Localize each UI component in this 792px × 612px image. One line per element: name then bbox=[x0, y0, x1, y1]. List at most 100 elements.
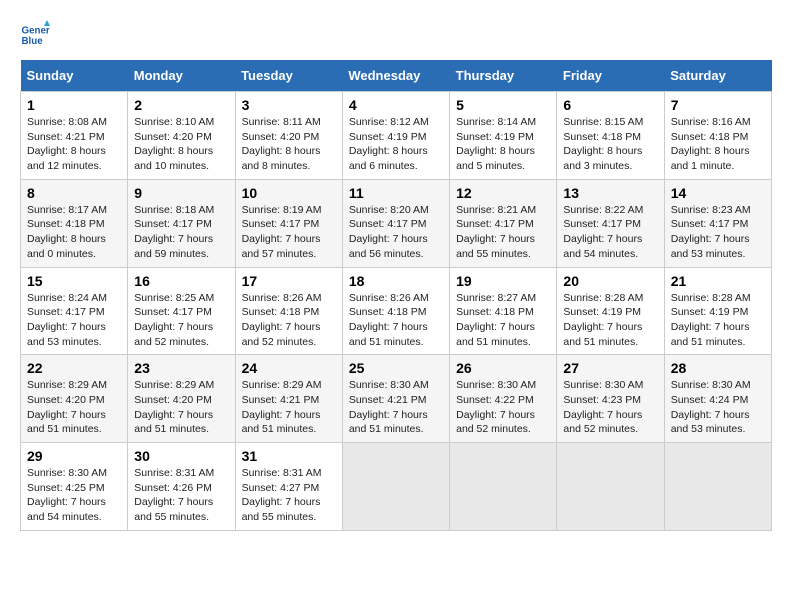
calendar-cell: 19 Sunrise: 8:27 AM Sunset: 4:18 PM Dayl… bbox=[450, 267, 557, 355]
day-number: 27 bbox=[563, 360, 657, 376]
calendar-cell: 5 Sunrise: 8:14 AM Sunset: 4:19 PM Dayli… bbox=[450, 92, 557, 180]
day-info: Sunrise: 8:26 AM Sunset: 4:18 PM Dayligh… bbox=[349, 291, 443, 350]
day-info: Sunrise: 8:27 AM Sunset: 4:18 PM Dayligh… bbox=[456, 291, 550, 350]
calendar-cell: 10 Sunrise: 8:19 AM Sunset: 4:17 PM Dayl… bbox=[235, 179, 342, 267]
day-number: 20 bbox=[563, 273, 657, 289]
calendar-header-row: SundayMondayTuesdayWednesdayThursdayFrid… bbox=[21, 60, 772, 92]
day-info: Sunrise: 8:29 AM Sunset: 4:20 PM Dayligh… bbox=[134, 378, 228, 437]
day-info: Sunrise: 8:21 AM Sunset: 4:17 PM Dayligh… bbox=[456, 203, 550, 262]
svg-text:General: General bbox=[22, 26, 51, 37]
day-info: Sunrise: 8:30 AM Sunset: 4:25 PM Dayligh… bbox=[27, 466, 121, 525]
calendar-week-row: 8 Sunrise: 8:17 AM Sunset: 4:18 PM Dayli… bbox=[21, 179, 772, 267]
day-number: 8 bbox=[27, 185, 121, 201]
calendar-cell: 27 Sunrise: 8:30 AM Sunset: 4:23 PM Dayl… bbox=[557, 355, 664, 443]
day-info: Sunrise: 8:24 AM Sunset: 4:17 PM Dayligh… bbox=[27, 291, 121, 350]
calendar-cell: 8 Sunrise: 8:17 AM Sunset: 4:18 PM Dayli… bbox=[21, 179, 128, 267]
calendar-week-row: 22 Sunrise: 8:29 AM Sunset: 4:20 PM Dayl… bbox=[21, 355, 772, 443]
day-info: Sunrise: 8:20 AM Sunset: 4:17 PM Dayligh… bbox=[349, 203, 443, 262]
day-number: 4 bbox=[349, 97, 443, 113]
calendar-cell: 31 Sunrise: 8:31 AM Sunset: 4:27 PM Dayl… bbox=[235, 443, 342, 531]
calendar-cell: 18 Sunrise: 8:26 AM Sunset: 4:18 PM Dayl… bbox=[342, 267, 449, 355]
day-info: Sunrise: 8:29 AM Sunset: 4:20 PM Dayligh… bbox=[27, 378, 121, 437]
day-info: Sunrise: 8:28 AM Sunset: 4:19 PM Dayligh… bbox=[563, 291, 657, 350]
day-info: Sunrise: 8:16 AM Sunset: 4:18 PM Dayligh… bbox=[671, 115, 765, 174]
col-header-wednesday: Wednesday bbox=[342, 60, 449, 92]
calendar-cell: 25 Sunrise: 8:30 AM Sunset: 4:21 PM Dayl… bbox=[342, 355, 449, 443]
calendar-cell bbox=[342, 443, 449, 531]
day-info: Sunrise: 8:11 AM Sunset: 4:20 PM Dayligh… bbox=[242, 115, 336, 174]
calendar-cell: 21 Sunrise: 8:28 AM Sunset: 4:19 PM Dayl… bbox=[664, 267, 771, 355]
calendar-cell: 30 Sunrise: 8:31 AM Sunset: 4:26 PM Dayl… bbox=[128, 443, 235, 531]
day-number: 12 bbox=[456, 185, 550, 201]
day-number: 22 bbox=[27, 360, 121, 376]
day-number: 9 bbox=[134, 185, 228, 201]
calendar-cell bbox=[557, 443, 664, 531]
day-info: Sunrise: 8:18 AM Sunset: 4:17 PM Dayligh… bbox=[134, 203, 228, 262]
day-number: 14 bbox=[671, 185, 765, 201]
day-number: 28 bbox=[671, 360, 765, 376]
day-info: Sunrise: 8:25 AM Sunset: 4:17 PM Dayligh… bbox=[134, 291, 228, 350]
day-info: Sunrise: 8:08 AM Sunset: 4:21 PM Dayligh… bbox=[27, 115, 121, 174]
calendar-week-row: 15 Sunrise: 8:24 AM Sunset: 4:17 PM Dayl… bbox=[21, 267, 772, 355]
calendar-cell: 3 Sunrise: 8:11 AM Sunset: 4:20 PM Dayli… bbox=[235, 92, 342, 180]
day-info: Sunrise: 8:22 AM Sunset: 4:17 PM Dayligh… bbox=[563, 203, 657, 262]
day-number: 11 bbox=[349, 185, 443, 201]
svg-text:Blue: Blue bbox=[22, 36, 44, 47]
day-number: 18 bbox=[349, 273, 443, 289]
col-header-friday: Friday bbox=[557, 60, 664, 92]
page-header: General Blue bbox=[20, 20, 772, 50]
col-header-monday: Monday bbox=[128, 60, 235, 92]
day-info: Sunrise: 8:14 AM Sunset: 4:19 PM Dayligh… bbox=[456, 115, 550, 174]
calendar-cell: 12 Sunrise: 8:21 AM Sunset: 4:17 PM Dayl… bbox=[450, 179, 557, 267]
day-info: Sunrise: 8:31 AM Sunset: 4:26 PM Dayligh… bbox=[134, 466, 228, 525]
calendar-week-row: 1 Sunrise: 8:08 AM Sunset: 4:21 PM Dayli… bbox=[21, 92, 772, 180]
calendar-cell: 2 Sunrise: 8:10 AM Sunset: 4:20 PM Dayli… bbox=[128, 92, 235, 180]
calendar-cell: 4 Sunrise: 8:12 AM Sunset: 4:19 PM Dayli… bbox=[342, 92, 449, 180]
calendar-cell: 17 Sunrise: 8:26 AM Sunset: 4:18 PM Dayl… bbox=[235, 267, 342, 355]
calendar-cell: 14 Sunrise: 8:23 AM Sunset: 4:17 PM Dayl… bbox=[664, 179, 771, 267]
day-number: 25 bbox=[349, 360, 443, 376]
day-number: 1 bbox=[27, 97, 121, 113]
calendar-cell: 16 Sunrise: 8:25 AM Sunset: 4:17 PM Dayl… bbox=[128, 267, 235, 355]
day-number: 30 bbox=[134, 448, 228, 464]
day-number: 2 bbox=[134, 97, 228, 113]
col-header-sunday: Sunday bbox=[21, 60, 128, 92]
day-info: Sunrise: 8:17 AM Sunset: 4:18 PM Dayligh… bbox=[27, 203, 121, 262]
logo: General Blue bbox=[20, 20, 50, 50]
calendar-cell: 13 Sunrise: 8:22 AM Sunset: 4:17 PM Dayl… bbox=[557, 179, 664, 267]
calendar-cell: 28 Sunrise: 8:30 AM Sunset: 4:24 PM Dayl… bbox=[664, 355, 771, 443]
day-number: 3 bbox=[242, 97, 336, 113]
day-number: 10 bbox=[242, 185, 336, 201]
col-header-tuesday: Tuesday bbox=[235, 60, 342, 92]
day-info: Sunrise: 8:29 AM Sunset: 4:21 PM Dayligh… bbox=[242, 378, 336, 437]
calendar-cell: 1 Sunrise: 8:08 AM Sunset: 4:21 PM Dayli… bbox=[21, 92, 128, 180]
calendar-cell: 20 Sunrise: 8:28 AM Sunset: 4:19 PM Dayl… bbox=[557, 267, 664, 355]
day-info: Sunrise: 8:28 AM Sunset: 4:19 PM Dayligh… bbox=[671, 291, 765, 350]
calendar-cell: 23 Sunrise: 8:29 AM Sunset: 4:20 PM Dayl… bbox=[128, 355, 235, 443]
day-info: Sunrise: 8:30 AM Sunset: 4:24 PM Dayligh… bbox=[671, 378, 765, 437]
calendar-cell: 7 Sunrise: 8:16 AM Sunset: 4:18 PM Dayli… bbox=[664, 92, 771, 180]
day-number: 26 bbox=[456, 360, 550, 376]
calendar-cell bbox=[450, 443, 557, 531]
day-number: 7 bbox=[671, 97, 765, 113]
calendar-table: SundayMondayTuesdayWednesdayThursdayFrid… bbox=[20, 60, 772, 531]
calendar-cell: 24 Sunrise: 8:29 AM Sunset: 4:21 PM Dayl… bbox=[235, 355, 342, 443]
col-header-saturday: Saturday bbox=[664, 60, 771, 92]
calendar-cell: 9 Sunrise: 8:18 AM Sunset: 4:17 PM Dayli… bbox=[128, 179, 235, 267]
day-info: Sunrise: 8:23 AM Sunset: 4:17 PM Dayligh… bbox=[671, 203, 765, 262]
day-info: Sunrise: 8:31 AM Sunset: 4:27 PM Dayligh… bbox=[242, 466, 336, 525]
day-info: Sunrise: 8:30 AM Sunset: 4:21 PM Dayligh… bbox=[349, 378, 443, 437]
calendar-cell: 22 Sunrise: 8:29 AM Sunset: 4:20 PM Dayl… bbox=[21, 355, 128, 443]
day-number: 29 bbox=[27, 448, 121, 464]
day-info: Sunrise: 8:15 AM Sunset: 4:18 PM Dayligh… bbox=[563, 115, 657, 174]
day-number: 15 bbox=[27, 273, 121, 289]
day-info: Sunrise: 8:12 AM Sunset: 4:19 PM Dayligh… bbox=[349, 115, 443, 174]
calendar-cell: 6 Sunrise: 8:15 AM Sunset: 4:18 PM Dayli… bbox=[557, 92, 664, 180]
day-info: Sunrise: 8:19 AM Sunset: 4:17 PM Dayligh… bbox=[242, 203, 336, 262]
day-number: 17 bbox=[242, 273, 336, 289]
day-number: 19 bbox=[456, 273, 550, 289]
day-number: 23 bbox=[134, 360, 228, 376]
calendar-cell: 26 Sunrise: 8:30 AM Sunset: 4:22 PM Dayl… bbox=[450, 355, 557, 443]
col-header-thursday: Thursday bbox=[450, 60, 557, 92]
logo-icon: General Blue bbox=[20, 20, 50, 50]
